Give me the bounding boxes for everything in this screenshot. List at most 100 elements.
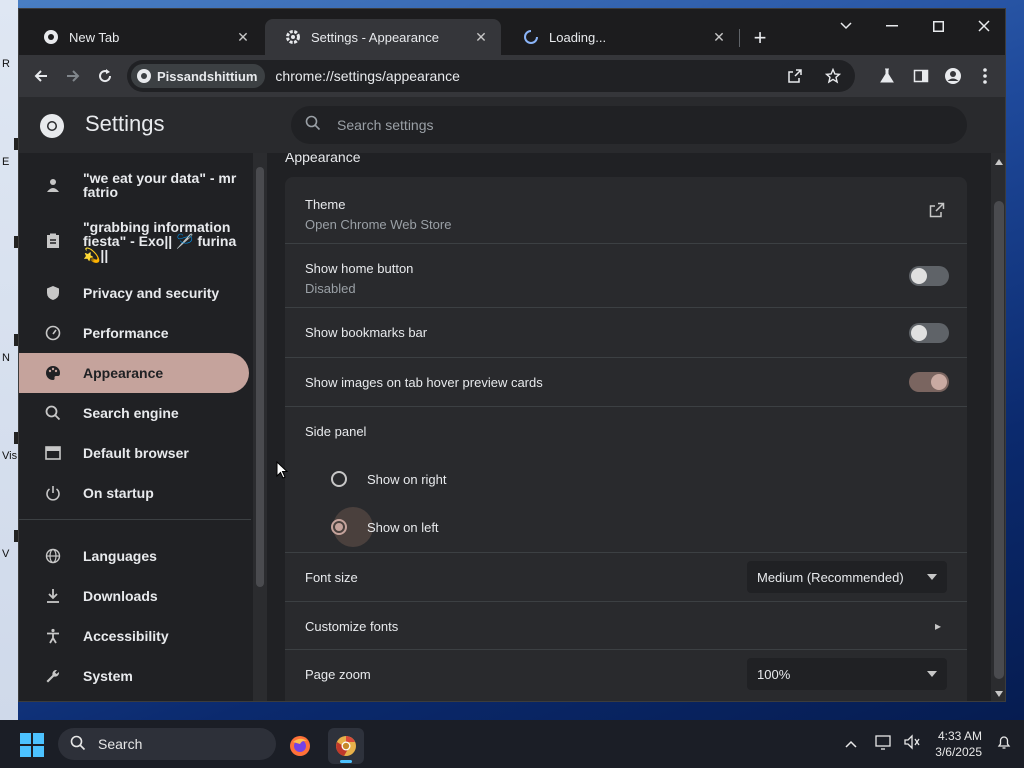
sidebar-item-label: Accessibility: [83, 628, 169, 644]
star-icon[interactable]: [817, 60, 849, 92]
sidebar-item-accessibility[interactable]: Accessibility: [19, 616, 249, 656]
page-zoom-select[interactable]: 100%: [747, 658, 947, 690]
wrench-icon: [43, 666, 63, 686]
profile-icon[interactable]: [937, 60, 969, 92]
theme-sublabel: Open Chrome Web Store: [305, 217, 452, 232]
hover-cards-row[interactable]: Show images on tab hover preview cards: [285, 357, 967, 406]
sidebar-item-search-engine[interactable]: Search engine: [19, 393, 249, 433]
taskbar-search-label: Search: [98, 736, 143, 752]
chrome-taskbar-icon[interactable]: [328, 728, 364, 764]
sidebar-item-default-browser[interactable]: Default browser: [19, 433, 249, 473]
address-bar[interactable]: Pissandshittium chrome://settings/appear…: [127, 60, 855, 92]
main-scrollbar[interactable]: [991, 153, 1005, 701]
new-tab-button[interactable]: +: [747, 25, 773, 51]
dropdown-caret-icon: [927, 574, 937, 580]
sidebar-item-label: Downloads: [83, 588, 158, 604]
sidebar-item-label: Performance: [83, 325, 169, 341]
radio-button-selected[interactable]: [331, 519, 347, 535]
close-icon[interactable]: ✕: [711, 29, 727, 45]
home-button-label: Show home button: [305, 261, 414, 276]
font-size-row: Font size Medium (Recommended): [285, 552, 967, 601]
person-icon: [43, 175, 63, 195]
tab-search-button[interactable]: [823, 9, 869, 43]
sidebar-item-appearance[interactable]: Appearance: [19, 353, 249, 393]
share-icon[interactable]: [779, 60, 811, 92]
site-info-chip[interactable]: Pissandshittium: [131, 64, 266, 88]
forward-button[interactable]: [57, 60, 89, 92]
volume-muted-icon[interactable]: [903, 733, 921, 755]
sidebar-item-privacy[interactable]: Privacy and security: [19, 273, 249, 313]
windows-start-icon[interactable]: [20, 733, 44, 757]
windows-taskbar: Search 4:33 AM 3/6/2025: [0, 720, 1024, 768]
scrollbar-thumb[interactable]: [256, 167, 264, 587]
font-size-select[interactable]: Medium (Recommended): [747, 561, 947, 593]
sidebar-item-label: "we eat your data" - mr fatrio: [83, 170, 237, 200]
reload-button[interactable]: [89, 60, 121, 92]
page-zoom-label: Page zoom: [305, 667, 371, 682]
maximize-button[interactable]: [915, 9, 961, 43]
labs-flask-icon[interactable]: [871, 60, 903, 92]
taskbar-clock[interactable]: 4:33 AM 3/6/2025: [935, 728, 982, 760]
scroll-down-arrow-icon[interactable]: [995, 691, 1003, 697]
notification-bell-icon[interactable]: [996, 734, 1012, 755]
theme-row[interactable]: Theme Open Chrome Web Store: [285, 177, 967, 243]
browser-toolbar: Pissandshittium chrome://settings/appear…: [19, 55, 1005, 97]
side-panel-row: Side panel Show on right Show on left: [285, 406, 967, 552]
tab-title: Loading...: [549, 29, 607, 45]
sidebar-scrollbar[interactable]: [253, 153, 267, 701]
home-button-toggle[interactable]: [909, 266, 949, 286]
search-icon: [70, 735, 86, 754]
sidebar-item-profile-2[interactable]: "grabbing information fiesta" - Exo|| 🪡 …: [19, 215, 249, 267]
sidebar-item-downloads[interactable]: Downloads: [19, 576, 249, 616]
bookmarks-bar-label: Show bookmarks bar: [305, 325, 428, 340]
side-panel-option-left[interactable]: Show on left: [331, 519, 439, 535]
url-text[interactable]: chrome://settings/appearance: [275, 68, 459, 84]
customize-fonts-label: Customize fonts: [305, 619, 399, 634]
page-title: Settings: [85, 111, 165, 136]
close-icon[interactable]: ✕: [235, 29, 251, 45]
sidebar-item-languages[interactable]: Languages: [19, 536, 249, 576]
side-panel-icon[interactable]: [905, 60, 937, 92]
mouse-cursor-icon: [276, 461, 288, 479]
sidebar-item-system[interactable]: System: [19, 656, 249, 696]
scroll-up-arrow-icon[interactable]: [995, 159, 1003, 165]
search-icon: [305, 115, 321, 136]
bookmarks-bar-row[interactable]: Show bookmarks bar: [285, 307, 967, 357]
hover-cards-toggle[interactable]: [909, 372, 949, 392]
radio-button[interactable]: [331, 471, 347, 487]
radio-label: Show on left: [367, 519, 439, 535]
scrollbar-thumb[interactable]: [994, 201, 1004, 679]
search-settings-field[interactable]: Search settings: [291, 106, 967, 144]
home-button-sublabel: Disabled: [305, 281, 356, 296]
tab-loading[interactable]: Loading... ✕: [503, 19, 739, 55]
side-panel-option-right[interactable]: Show on right: [331, 471, 447, 487]
taskbar-search-box[interactable]: Search: [58, 728, 276, 760]
sidebar-item-profile-1[interactable]: "we eat your data" - mr fatrio: [19, 165, 249, 205]
close-icon[interactable]: ✕: [473, 29, 489, 45]
sidebar-item-on-startup[interactable]: On startup: [19, 473, 249, 513]
clock-date: 3/6/2025: [935, 745, 982, 759]
firefox-icon[interactable]: [282, 728, 318, 764]
tab-new-tab[interactable]: New Tab ✕: [23, 19, 263, 55]
minimize-button[interactable]: [869, 9, 915, 43]
sidebar-item-performance[interactable]: Performance: [19, 313, 249, 353]
side-panel-label: Side panel: [305, 424, 367, 439]
tab-settings[interactable]: Settings - Appearance ✕: [265, 19, 501, 55]
accessibility-icon: [43, 626, 63, 646]
sidebar-item-label: Default browser: [83, 445, 189, 461]
home-button-row[interactable]: Show home button Disabled: [285, 243, 967, 307]
external-link-icon[interactable]: [929, 202, 945, 218]
chevron-up-icon[interactable]: [845, 735, 857, 753]
menu-kebab-icon[interactable]: [969, 60, 1001, 92]
search-icon: [43, 403, 63, 423]
bookmarks-bar-toggle[interactable]: [909, 323, 949, 343]
back-button[interactable]: [25, 60, 57, 92]
sidebar-item-label: System: [83, 668, 133, 684]
network-icon[interactable]: [875, 734, 893, 755]
customize-fonts-row[interactable]: Customize fonts ▸: [285, 601, 967, 649]
font-size-value: Medium (Recommended): [757, 569, 904, 585]
page-zoom-row: Page zoom 100%: [285, 649, 967, 699]
browser-icon: [43, 443, 63, 463]
close-window-button[interactable]: [961, 9, 1005, 43]
tab-title: New Tab: [69, 29, 120, 45]
